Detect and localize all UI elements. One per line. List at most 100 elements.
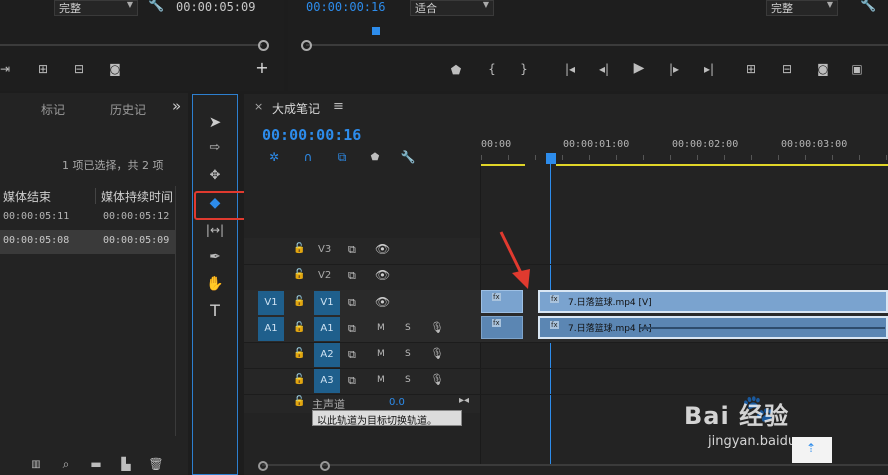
microphone-icon[interactable]: 🎙 [430,347,444,360]
sync-lock-icon[interactable]: ⧉ [348,374,356,388]
folder-icon[interactable]: ▬ [88,457,104,471]
lock-icon[interactable]: 🔓 [293,296,305,307]
sequence-tab-title[interactable]: 大成笔记 [272,100,320,117]
extract-icon[interactable]: ⊟ [778,62,796,76]
lock-icon[interactable]: 🔓 [293,374,305,385]
mute-button[interactable]: M [377,323,385,333]
scrollbar-handle-left[interactable] [258,461,268,471]
microphone-icon[interactable]: 🎙 [430,321,444,334]
track-target-a3[interactable]: A3 [314,369,340,393]
eye-icon[interactable]: 👁 [375,295,390,309]
column-media-duration[interactable]: 媒体持续时间 [101,188,176,205]
lock-icon[interactable]: 🔓 [293,322,305,333]
list-view-icon[interactable]: ▥ [28,458,44,472]
mark-out-icon[interactable]: } [518,62,530,76]
audio-clip-right[interactable]: fx 7.日落篮球.mp4 [A] [538,316,888,339]
track-target-v1[interactable]: V1 [314,291,340,315]
lock-icon[interactable]: 🔓 [293,396,305,407]
timeline-scrollbar[interactable] [262,464,888,466]
go-to-end-icon[interactable]: ▸◂ [459,395,469,406]
ripple-edit-tool-icon[interactable]: ✥ [206,169,224,183]
table-row-selected[interactable]: 00:00:05:08 00:00:05:09 [0,230,176,254]
mute-button[interactable]: M [377,349,385,359]
add-marker-icon[interactable]: ⬟ [368,151,382,165]
master-volume[interactable]: 0.0 [389,397,405,408]
source-patch-a1[interactable]: A1 [258,317,284,341]
program-timecode[interactable]: 00:00:00:16 [306,0,385,14]
selection-tool-icon[interactable]: ➤ [207,115,223,130]
microphone-icon[interactable]: 🎙 [430,373,444,386]
go-to-out-icon[interactable]: ⇥ [0,62,10,76]
bottom-right-widget[interactable]: ⇡ [792,437,832,463]
close-tab-icon[interactable]: × [254,100,263,113]
tab-markers[interactable]: 标记 [41,101,65,118]
audio-clip-left[interactable]: fx [481,316,523,339]
table-row[interactable]: 00:00:05:11 00:00:05:12 [0,206,176,230]
track-target-a1[interactable]: A1 [314,317,340,341]
mark-in-icon[interactable]: { [486,62,498,76]
mute-button[interactable]: M [377,375,385,385]
sync-lock-icon[interactable]: ⧉ [348,348,356,362]
solo-button[interactable]: S [405,349,411,359]
tab-history[interactable]: 历史记 [110,101,146,118]
snap-magnet-icon[interactable]: ∩ [300,150,316,164]
track-label-v2[interactable]: V2 [318,270,331,281]
track-select-tool-icon[interactable]: ⇨ [206,141,224,155]
sync-lock-icon[interactable]: ⧉ [348,322,356,336]
lock-icon[interactable]: 🔓 [293,269,305,280]
track-target-a2[interactable]: A2 [314,343,340,367]
solo-button[interactable]: S [405,375,411,385]
video-clip-right[interactable]: fx 7.日落篮球.mp4 [V] [538,290,888,313]
hand-tool-icon[interactable]: ✋ [206,277,224,291]
time-ruler[interactable]: 00:00 00:00:01:00 00:00:02:00 00:00:03:0… [481,132,888,166]
trash-icon[interactable]: 🗑 [148,457,164,471]
step-forward-icon[interactable]: |▸ [666,62,682,76]
compare-icon[interactable]: ▣ [848,62,866,76]
linked-selection-icon[interactable]: ⧉ [334,150,350,164]
panel-overflow-icon[interactable]: » [172,97,181,115]
settings-wrench-icon[interactable]: 🔧 [400,150,416,164]
program-playhead-marker[interactable] [372,27,380,35]
insert-icon[interactable]: ⊞ [34,62,52,76]
search-icon[interactable]: ⌕ [58,457,74,471]
sequence-menu-icon[interactable]: ≡ [333,99,344,114]
lift-icon[interactable]: ⊞ [742,62,760,76]
source-scrub-bar[interactable] [0,44,262,46]
program-fit-select[interactable]: 适合 ▼ [410,0,494,16]
overwrite-icon[interactable]: ⊟ [70,62,88,76]
go-to-in-icon[interactable]: |◂ [562,62,578,76]
source-quality-select[interactable]: 完整 ▼ [54,0,138,16]
sync-lock-icon[interactable]: ⧉ [348,269,356,283]
sync-lock-icon[interactable]: ⧉ [348,296,356,310]
solo-button[interactable]: S [405,323,411,333]
slip-tool-icon[interactable]: |↔| [204,223,226,237]
program-scrub-handle[interactable] [301,40,312,51]
source-patch-v1[interactable]: V1 [258,291,284,315]
play-icon[interactable]: ▶ [630,61,648,75]
lock-icon[interactable]: 🔓 [293,243,305,254]
panel-scrollbar[interactable] [175,186,176,436]
program-scrub-bar[interactable] [306,44,888,46]
camera-icon[interactable]: ◙ [814,62,832,76]
work-area-bar[interactable] [556,164,888,166]
wrench-icon[interactable]: 🔧 [860,0,876,13]
lock-icon[interactable]: 🔓 [293,348,305,359]
add-button-icon[interactable]: + [255,60,269,76]
type-tool-icon[interactable]: T [206,303,224,319]
sync-lock-icon[interactable]: ⧉ [348,243,356,257]
playhead-handle[interactable] [546,153,556,164]
eye-icon[interactable]: 👁 [375,242,390,256]
step-back-icon[interactable]: ◂| [596,62,612,76]
scrollbar-handle-right[interactable] [320,461,330,471]
wrench-icon[interactable]: 🔧 [148,0,164,13]
track-label-v3[interactable]: V3 [318,244,331,255]
video-clip-left[interactable]: fx [481,290,523,313]
timeline-timecode[interactable]: 00:00:00:16 [262,126,361,144]
column-divider[interactable] [95,188,96,204]
eye-icon[interactable]: 👁 [375,268,390,282]
add-marker-icon[interactable]: ⬟ [450,63,462,77]
nest-icon[interactable]: ✲ [266,150,282,164]
go-to-out-icon[interactable]: ▸| [700,62,718,76]
pen-tool-icon[interactable]: ✒ [206,250,224,264]
camera-icon[interactable]: ◙ [106,62,124,76]
